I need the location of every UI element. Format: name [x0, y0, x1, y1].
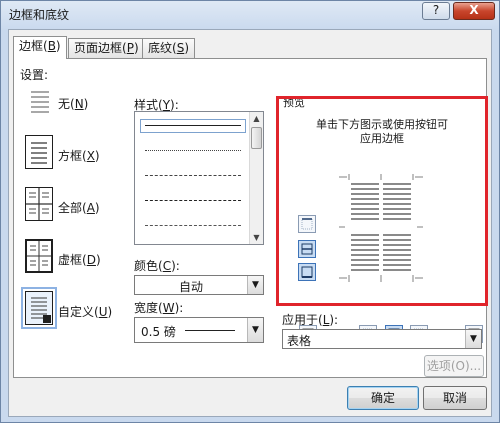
close-button[interactable]: X: [453, 2, 495, 20]
setting-none-label[interactable]: 无(N): [58, 95, 88, 112]
setting-custom-icon[interactable]: [21, 287, 57, 329]
color-dropdown[interactable]: 自动 ▼: [134, 275, 264, 295]
line-style-dashed-fine[interactable]: [141, 170, 245, 182]
preview-diagram[interactable]: [339, 174, 423, 282]
ok-button[interactable]: 确定: [347, 386, 419, 410]
chevron-down-icon[interactable]: ▼: [247, 276, 263, 294]
color-heading: 颜色(C):: [134, 259, 180, 273]
chevron-down-icon[interactable]: ▼: [465, 330, 481, 348]
setting-custom-label[interactable]: 自定义(U): [58, 303, 112, 320]
setting-grid-icon[interactable]: [25, 239, 53, 273]
setting-grid-label[interactable]: 虚框(D): [58, 251, 101, 268]
border-inside-horizontal-button[interactable]: [298, 240, 316, 258]
setting-all-label[interactable]: 全部(A): [58, 199, 100, 216]
line-style-solid[interactable]: [140, 119, 246, 133]
apply-to-dropdown[interactable]: 表格 ▼: [282, 329, 482, 349]
border-top-button[interactable]: [298, 215, 316, 233]
setting-box-label[interactable]: 方框(X): [58, 147, 100, 164]
line-style-scrollbar[interactable]: ▲ ▼: [249, 112, 263, 244]
settings-heading: 设置:: [20, 68, 49, 82]
tab-shading[interactable]: 底纹(S): [142, 38, 195, 58]
dialog-window: 边框和底纹 ? X 边框(B) 页面边框(P) 底纹(S) 设置: 无(N) 方…: [0, 0, 500, 423]
line-style-dotted-fine[interactable]: [141, 145, 245, 157]
chevron-down-icon[interactable]: ▼: [247, 318, 263, 342]
borders-tab-panel: 设置: 无(N) 方框(X) 全部(A) 虚框(D) 自定义(U) 样式(Y):…: [13, 58, 488, 378]
width-value: 0.5 磅: [141, 325, 176, 339]
scroll-up-icon[interactable]: ▲: [250, 112, 263, 125]
scroll-down-icon[interactable]: ▼: [250, 231, 263, 244]
setting-box-icon[interactable]: [25, 135, 53, 169]
border-bottom-button[interactable]: [298, 263, 316, 281]
width-dropdown[interactable]: 0.5 磅 ▼: [134, 317, 264, 343]
tab-borders[interactable]: 边框(B): [13, 36, 67, 59]
setting-all-icon[interactable]: [25, 187, 53, 221]
apply-to-heading: 应用于(L):: [282, 313, 339, 327]
apply-to-value: 表格: [287, 334, 312, 348]
preview-instructions-line2: 应用边框: [360, 132, 404, 145]
help-button[interactable]: ?: [422, 2, 450, 20]
preview-panel: 单击下方图示或使用按钮可 应用边框: [276, 96, 488, 343]
window-title: 边框和底纹: [9, 8, 70, 22]
line-style-dash-dot[interactable]: [141, 220, 245, 232]
options-button[interactable]: 选项(O)...: [424, 355, 484, 377]
line-style-list[interactable]: ▲ ▼: [134, 111, 264, 245]
scroll-thumb[interactable]: [251, 127, 262, 149]
setting-none-icon[interactable]: [25, 83, 53, 117]
title-bar[interactable]: 边框和底纹 ? X: [1, 1, 499, 27]
dialog-client-area: 边框(B) 页面边框(P) 底纹(S) 设置: 无(N) 方框(X) 全部(A)…: [8, 29, 492, 417]
width-line-sample: [185, 330, 235, 331]
width-heading: 宽度(W):: [134, 301, 184, 315]
cancel-button[interactable]: 取消: [423, 386, 487, 410]
tab-page-border[interactable]: 页面边框(P): [68, 38, 145, 58]
color-value: 自动: [178, 280, 203, 294]
line-style-dashed[interactable]: [141, 195, 245, 207]
